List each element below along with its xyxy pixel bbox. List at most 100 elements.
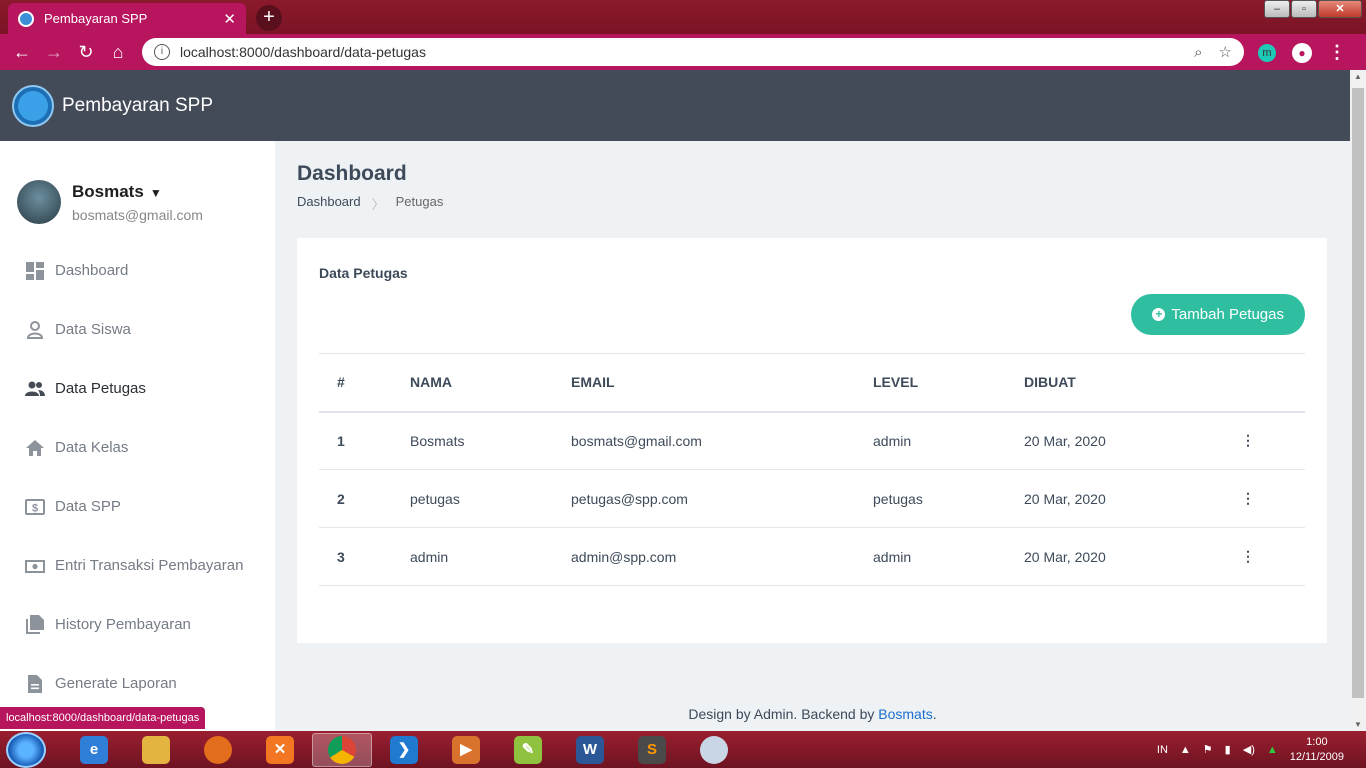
xampp-icon[interactable]: ✕: [250, 733, 310, 767]
scroll-down-icon[interactable]: ▼: [1354, 720, 1362, 729]
maximize-button[interactable]: ▫: [1291, 0, 1317, 18]
page-scrollbar[interactable]: ▲ ▼: [1350, 70, 1366, 731]
footer-text: Design by Admin. Backend by: [688, 706, 879, 722]
cell-nama: Bosmats: [410, 411, 571, 470]
clock-date: 12/11/2009: [1289, 750, 1344, 763]
update-icon[interactable]: ▲: [1267, 744, 1278, 756]
cell-no: 1: [319, 411, 410, 470]
footer-end: .: [932, 706, 937, 722]
breadcrumb: Dashboard 〉 Petugas: [297, 194, 443, 213]
explorer-icon[interactable]: [126, 733, 186, 767]
sidebar-item-label: Data Petugas: [55, 380, 146, 397]
cell-no: 2: [319, 469, 410, 528]
new-tab-button[interactable]: +: [256, 5, 282, 31]
taskbar-apps: e ✕ ❯ ▶ ✎ W S: [64, 732, 744, 767]
row-menu-icon[interactable]: ⋮: [1241, 548, 1255, 564]
zoom-icon[interactable]: ⌕: [1194, 44, 1202, 61]
close-window-button[interactable]: ✕: [1318, 0, 1362, 18]
row-menu-icon[interactable]: ⋮: [1241, 432, 1255, 448]
avatar: [17, 180, 61, 224]
firefox-icon[interactable]: [188, 733, 248, 767]
footer-link[interactable]: Bosmats: [878, 706, 932, 722]
home-icon: [24, 438, 46, 458]
cell-nama: petugas: [410, 469, 571, 528]
browser-tab[interactable]: Pembayaran SPP ✕: [8, 3, 246, 34]
word-icon[interactable]: W: [560, 733, 620, 767]
cell-email: petugas@spp.com: [571, 469, 873, 528]
add-petugas-button[interactable]: + Tambah Petugas: [1131, 294, 1305, 335]
notepadpp-icon[interactable]: ✎: [498, 733, 558, 767]
table-header-row: # NAMA EMAIL LEVEL DIBUAT: [319, 353, 1305, 413]
sidebar-item-data-siswa[interactable]: Data Siswa: [0, 300, 275, 359]
ie-icon[interactable]: e: [64, 733, 124, 767]
app-brand[interactable]: Pembayaran SPP: [62, 95, 213, 117]
volume-icon[interactable]: ◀): [1243, 743, 1255, 756]
start-button[interactable]: [6, 731, 46, 768]
extension-icon[interactable]: m: [1258, 43, 1276, 62]
table-row: 2 petugas petugas@spp.com petugas 20 Mar…: [319, 469, 1305, 528]
chevron-down-icon[interactable]: ▼: [150, 186, 162, 200]
forward-icon[interactable]: →: [38, 42, 70, 63]
browser-menu-icon[interactable]: ⋮: [1328, 42, 1346, 63]
cell-dibuat: 20 Mar, 2020: [1024, 527, 1241, 586]
bookmark-star-icon[interactable]: ☆: [1219, 43, 1232, 61]
network-icon[interactable]: ▮: [1225, 743, 1231, 756]
sidebar-item-generate-laporan[interactable]: Generate Laporan: [0, 654, 275, 713]
row-menu-icon[interactable]: ⋮: [1241, 490, 1255, 506]
data-petugas-card: Data Petugas + Tambah Petugas # NAMA EMA…: [297, 238, 1327, 643]
address-bar[interactable]: i localhost:8000/dashboard/data-petugas …: [142, 38, 1244, 66]
sidebar-item-label: Data Kelas: [55, 439, 129, 456]
user-profile[interactable]: Bosmats ▼ bosmats@gmail.com: [17, 180, 203, 224]
window-controls: – ▫ ✕: [1264, 0, 1362, 18]
minimize-button[interactable]: –: [1264, 0, 1290, 18]
sidebar: Bosmats ▼ bosmats@gmail.com Dashboard Dat…: [0, 141, 275, 731]
home-icon[interactable]: ⌂: [102, 42, 134, 63]
breadcrumb-separator-icon: 〉: [371, 197, 385, 212]
person-icon: [24, 320, 46, 340]
tab-close-icon[interactable]: ✕: [223, 10, 236, 28]
cell-level: petugas: [873, 469, 1024, 528]
app-header: Pembayaran SPP: [0, 70, 1350, 141]
sidebar-item-data-petugas[interactable]: Data Petugas: [0, 359, 275, 418]
user-email: bosmats@gmail.com: [72, 206, 203, 223]
info-icon[interactable]: i: [154, 44, 170, 60]
plus-circle-icon: +: [1152, 308, 1166, 321]
tray-arrow-icon[interactable]: ▲: [1180, 744, 1191, 756]
sidebar-item-data-spp[interactable]: $ Data SPP: [0, 477, 275, 536]
sidebar-item-label: Data Siswa: [55, 321, 131, 338]
sidebar-item-dashboard[interactable]: Dashboard: [0, 241, 275, 300]
chrome-icon[interactable]: [312, 732, 372, 767]
vscode-icon[interactable]: ❯: [374, 733, 434, 767]
scrollbar-thumb[interactable]: [1352, 88, 1364, 698]
flag-icon[interactable]: ⚑: [1203, 743, 1213, 756]
clock[interactable]: 1:00 12/11/2009: [1290, 735, 1344, 765]
browser-titlebar: Pembayaran SPP ✕ + – ▫ ✕: [0, 0, 1366, 34]
breadcrumb-current: Petugas: [395, 194, 444, 209]
cell-no: 3: [319, 527, 410, 586]
dollar-icon: $: [24, 497, 46, 517]
sidebar-item-label: Generate Laporan: [55, 675, 177, 692]
back-icon[interactable]: ←: [6, 42, 38, 63]
people-icon: [24, 379, 46, 399]
system-tray: IN ▲ ⚑ ▮ ◀) ▲ 1:00 12/11/2009: [1157, 731, 1344, 768]
sidebar-item-history-pembayaran[interactable]: History Pembayaran: [0, 595, 275, 654]
cell-nama: admin: [410, 527, 571, 586]
sublime-icon[interactable]: S: [622, 733, 682, 767]
sidebar-item-entri-transaksi[interactable]: Entri Transaksi Pembayaran: [0, 536, 275, 595]
scroll-up-icon[interactable]: ▲: [1354, 72, 1362, 81]
account-icon[interactable]: ●: [1292, 42, 1312, 63]
language-indicator[interactable]: IN: [1157, 744, 1168, 756]
sidebar-item-label: Entri Transaksi Pembayaran: [55, 557, 244, 574]
address-url[interactable]: localhost:8000/dashboard/data-petugas: [180, 44, 1178, 60]
reload-icon[interactable]: ↻: [70, 42, 102, 63]
user-name-row[interactable]: Bosmats ▼: [72, 182, 203, 202]
svg-text:$: $: [32, 502, 38, 514]
sidebar-item-data-kelas[interactable]: Data Kelas: [0, 418, 275, 477]
favicon-icon: [18, 10, 34, 27]
user-name: Bosmats: [72, 181, 144, 201]
clock-time: 1:00: [1306, 735, 1328, 748]
breadcrumb-dashboard[interactable]: Dashboard: [297, 194, 361, 213]
media-player-icon[interactable]: ▶: [436, 733, 496, 767]
cell-dibuat: 20 Mar, 2020: [1024, 411, 1241, 470]
paint-icon[interactable]: [684, 733, 744, 767]
